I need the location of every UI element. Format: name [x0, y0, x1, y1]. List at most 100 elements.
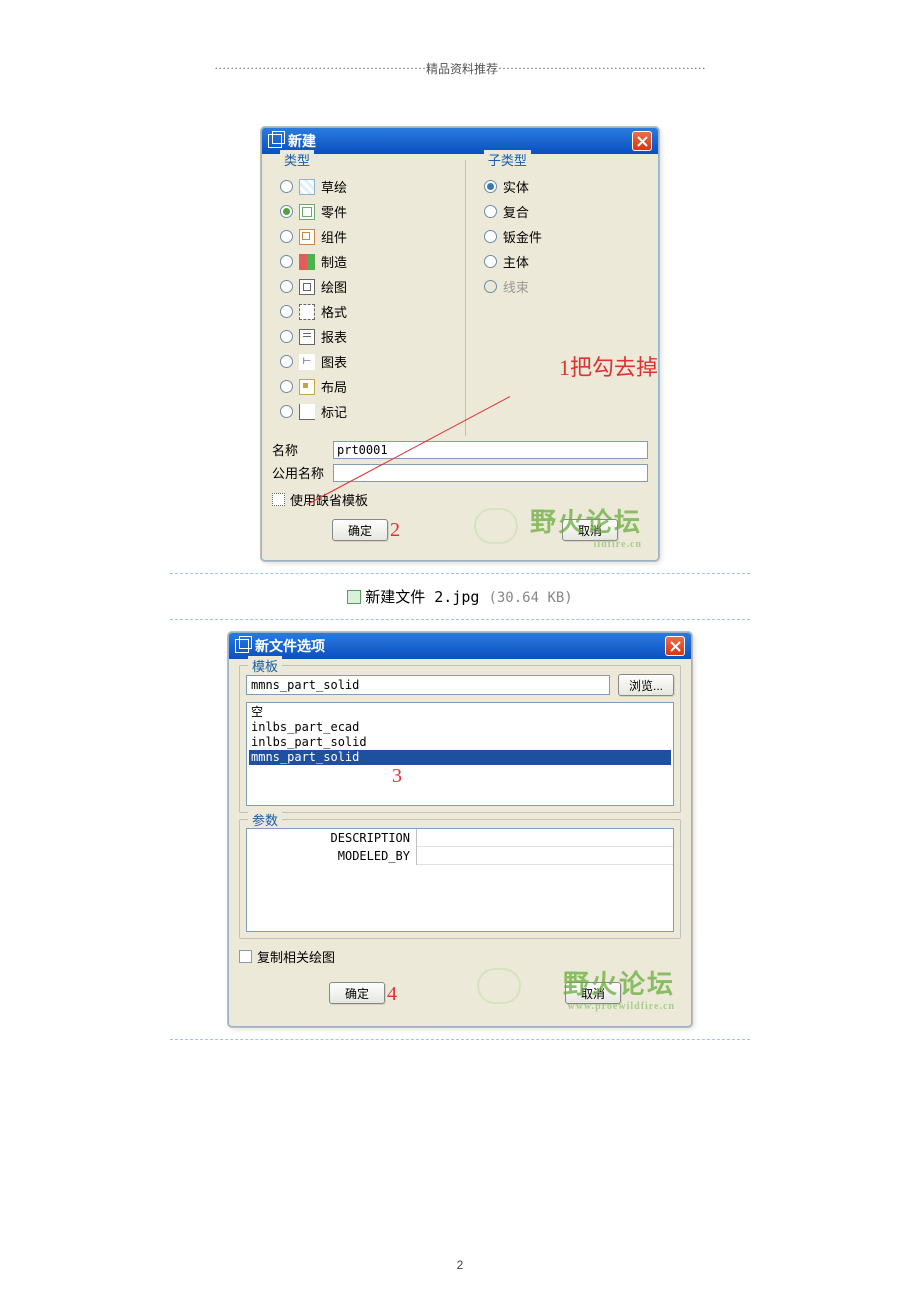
- type-manufacturing-row[interactable]: 制造: [278, 249, 449, 274]
- dialog-title: 新建: [288, 131, 316, 151]
- header-dots-right: ········································…: [498, 61, 706, 76]
- ok-label: 确定: [348, 522, 372, 539]
- browse-button[interactable]: 浏览...: [618, 674, 674, 696]
- radio-icon-checked: [484, 180, 497, 193]
- titlebar[interactable]: 新建: [262, 128, 658, 154]
- radio-icon: [484, 255, 497, 268]
- param-description-row[interactable]: DESCRIPTION: [247, 829, 673, 847]
- caption-size: (30.64 KB): [488, 590, 572, 606]
- type-drawing-row[interactable]: 绘图: [278, 274, 449, 299]
- template-listbox[interactable]: 空 inlbs_part_ecad inlbs_part_solid mmns_…: [246, 702, 674, 806]
- radio-icon: [280, 405, 293, 418]
- watermark-logo: [474, 508, 518, 544]
- dialog-title: 新文件选项: [255, 636, 325, 656]
- page-number: 2: [0, 1258, 920, 1272]
- close-button[interactable]: [665, 636, 685, 656]
- list-item-empty[interactable]: 空: [249, 705, 671, 720]
- template-input[interactable]: [246, 675, 610, 695]
- type-diagram-label: 图表: [321, 352, 347, 371]
- radio-icon: [280, 230, 293, 243]
- radio-icon: [280, 305, 293, 318]
- ok-label: 确定: [345, 985, 369, 1002]
- param-modeledby-label: MODELED_BY: [247, 847, 417, 865]
- use-default-template-label: 使用缺省模板: [290, 490, 368, 509]
- type-format-row[interactable]: 格式: [278, 299, 449, 324]
- list-item-mmns-solid[interactable]: mmns_part_solid: [249, 750, 671, 765]
- watermark-sub: www.proewildfire.cn: [563, 1001, 675, 1012]
- watermark-text: 野火论坛: [563, 970, 675, 999]
- subtype-body-row[interactable]: 主体: [482, 249, 642, 274]
- subtype-composite-row[interactable]: 复合: [482, 199, 642, 224]
- param-modeledby-value[interactable]: [417, 847, 673, 865]
- close-button[interactable]: [632, 131, 652, 151]
- type-sketch-row[interactable]: 草绘: [278, 174, 449, 199]
- type-layout-label: 布局: [321, 377, 347, 396]
- separator: [170, 619, 750, 620]
- list-item-inlbs-solid[interactable]: inlbs_part_solid: [249, 735, 671, 750]
- manufacturing-icon: [299, 254, 315, 270]
- common-name-label: 公用名称: [272, 463, 327, 482]
- sketch-icon: [299, 179, 315, 195]
- radio-icon: [280, 380, 293, 393]
- template-legend: 模板: [248, 656, 282, 675]
- name-input[interactable]: [333, 441, 648, 459]
- type-report-label: 报表: [321, 327, 347, 346]
- common-name-input[interactable]: [333, 464, 648, 482]
- ok-button[interactable]: 确定: [329, 982, 385, 1004]
- list-item-inlbs-ecad[interactable]: inlbs_part_ecad: [249, 720, 671, 735]
- type-report-row[interactable]: 报表: [278, 324, 449, 349]
- diagram-icon: ⊢: [299, 354, 315, 370]
- type-assembly-row[interactable]: 组件: [278, 224, 449, 249]
- subtype-solid-label: 实体: [503, 177, 529, 196]
- new-dialog: 新建 类型 草绘 零件 组件 制造 绘图 格式 报表: [261, 127, 659, 561]
- subtype-sheetmetal-label: 钣金件: [503, 227, 542, 246]
- param-modeledby-row[interactable]: MODELED_BY: [247, 847, 673, 865]
- report-icon: [299, 329, 315, 345]
- checkbox-icon: [272, 493, 285, 506]
- name-label: 名称: [272, 440, 327, 459]
- type-diagram-row[interactable]: ⊢ 图表: [278, 349, 449, 374]
- param-description-label: DESCRIPTION: [247, 829, 417, 847]
- list-item-mmns-solid-label: mmns_part_solid: [251, 750, 359, 764]
- type-layout-row[interactable]: 布局: [278, 374, 449, 399]
- caption-filename: 新建文件 2.jpg: [365, 588, 479, 606]
- new-file-options-dialog: 新文件选项 模板 浏览... 空 inlbs_part_ecad inlbs_p…: [228, 632, 692, 1026]
- image-icon: [347, 590, 361, 604]
- subtype-sheetmetal-row[interactable]: 钣金件: [482, 224, 642, 249]
- type-assembly-label: 组件: [321, 227, 347, 246]
- image-caption: 新建文件 2.jpg (30.64 KB): [0, 586, 920, 607]
- annotation-3: 3: [392, 765, 402, 788]
- params-legend: 参数: [248, 810, 282, 829]
- type-markup-label: 标记: [321, 402, 347, 421]
- subtype-legend: 子类型: [484, 150, 531, 169]
- window-icon: [268, 134, 282, 148]
- type-part-row[interactable]: 零件: [278, 199, 449, 224]
- radio-icon-checked: [280, 205, 293, 218]
- header-dots-left: ········································…: [214, 61, 426, 76]
- titlebar[interactable]: 新文件选项: [229, 633, 691, 659]
- watermark-sub: ildfire.cn: [530, 539, 642, 550]
- type-drawing-label: 绘图: [321, 277, 347, 296]
- annotation-4: 4: [387, 983, 397, 1006]
- radio-icon: [484, 230, 497, 243]
- annotation-1: 1把勾去掉: [559, 350, 658, 382]
- subtype-harness-row: 线束: [482, 274, 642, 299]
- window-icon: [235, 639, 249, 653]
- type-part-label: 零件: [321, 202, 347, 221]
- subtype-composite-label: 复合: [503, 202, 529, 221]
- type-format-label: 格式: [321, 302, 347, 321]
- separator: [170, 573, 750, 574]
- subtype-solid-row[interactable]: 实体: [482, 174, 642, 199]
- common-name-row: 公用名称: [272, 463, 648, 482]
- type-legend: 类型: [280, 150, 314, 169]
- ok-button[interactable]: 确定: [332, 519, 388, 541]
- param-description-value[interactable]: [417, 829, 673, 847]
- layout-icon: [299, 379, 315, 395]
- watermark-text: 野火论坛: [530, 508, 642, 537]
- markup-icon: [299, 404, 315, 420]
- type-markup-row[interactable]: 标记: [278, 399, 449, 424]
- radio-icon: [280, 180, 293, 193]
- copy-drawings-label: 复制相关绘图: [257, 947, 335, 966]
- watermark: 野火论坛 www.proewildfire.cn: [563, 964, 675, 1012]
- radio-icon: [484, 205, 497, 218]
